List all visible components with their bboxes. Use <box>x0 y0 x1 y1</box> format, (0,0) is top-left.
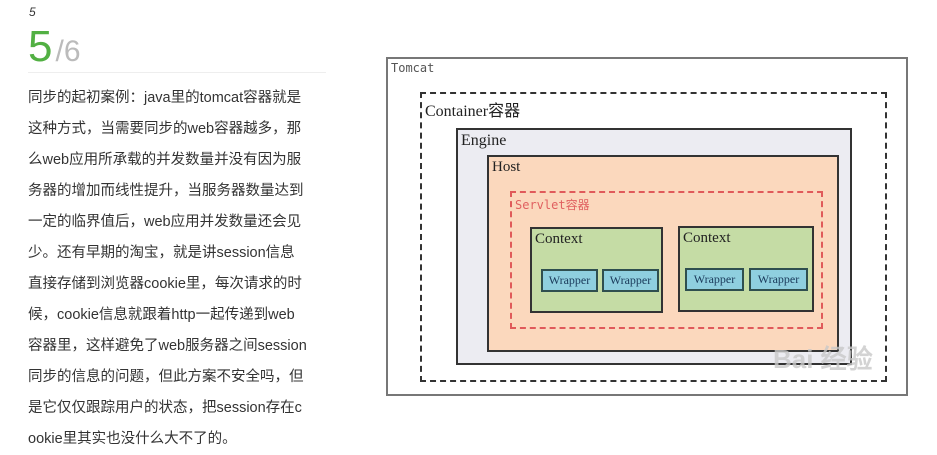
wrapper-box: Wrapper <box>602 269 659 292</box>
text-line: 直接存储到浏览器cookie里，每次请求的时 <box>28 276 302 292</box>
host-box: Host Servlet容器 Context Wrapper Wrapper C… <box>487 155 839 352</box>
text-line: 容器里，这样避免了web服务器之间session <box>28 338 307 354</box>
servlet-label: Servlet容器 <box>515 198 590 212</box>
host-label: Host <box>492 159 521 175</box>
step-total: /6 <box>55 35 81 68</box>
wrapper-box: Wrapper <box>685 268 744 291</box>
text-line: 这种方式，当需要同步的web容器越多，那 <box>28 121 302 137</box>
context-box: Context Wrapper Wrapper <box>530 227 663 313</box>
servlet-container-box: Servlet容器 Context Wrapper Wrapper Contex… <box>510 191 823 329</box>
context-label: Context <box>683 230 731 246</box>
text-line: 是它仅仅跟踪用户的状态，把session存在c <box>28 400 302 416</box>
text-line: 同步的起初案例：java里的tomcat容器就是 <box>28 90 302 106</box>
divider <box>28 72 326 73</box>
text-line: ookie里其实也没什么大不了的。 <box>28 431 237 447</box>
step-description: 同步的起初案例：java里的tomcat容器就是 这种方式，当需要同步的web容… <box>28 83 328 455</box>
step-small-number: 5 <box>29 5 36 19</box>
text-line: 少。还有早期的淘宝，就是讲session信息 <box>28 245 295 261</box>
context-box: Context Wrapper Wrapper <box>678 226 814 312</box>
tomcat-architecture-image[interactable]: Tomcat Container容器 Engine Host Servlet容器… <box>386 57 908 396</box>
wrapper-box: Wrapper <box>541 269 598 292</box>
wrapper-box: Wrapper <box>749 268 808 291</box>
text-line: 一定的临界值后，web应用并发数量还会见 <box>28 214 302 230</box>
step-current: 5 <box>28 22 53 71</box>
baidu-watermark: Bai 经验 <box>773 344 873 374</box>
text-line: 么web应用所承载的并发数量并没有因为服 <box>28 152 302 168</box>
container-label: Container容器 <box>425 103 521 120</box>
engine-box: Engine Host Servlet容器 Context Wrapper Wr… <box>456 128 852 365</box>
tomcat-label: Tomcat <box>391 61 435 75</box>
text-line: 务器的增加而线性提升，当服务器数量达到 <box>28 183 304 199</box>
text-line: 候，cookie信息就跟着http一起传递到web <box>28 307 295 323</box>
engine-label: Engine <box>461 132 507 149</box>
step-counter: 5/6 <box>28 22 81 72</box>
text-line: 同步的信息的问题，但此方案不安全吗，但 <box>28 369 304 385</box>
context-label: Context <box>535 231 583 247</box>
